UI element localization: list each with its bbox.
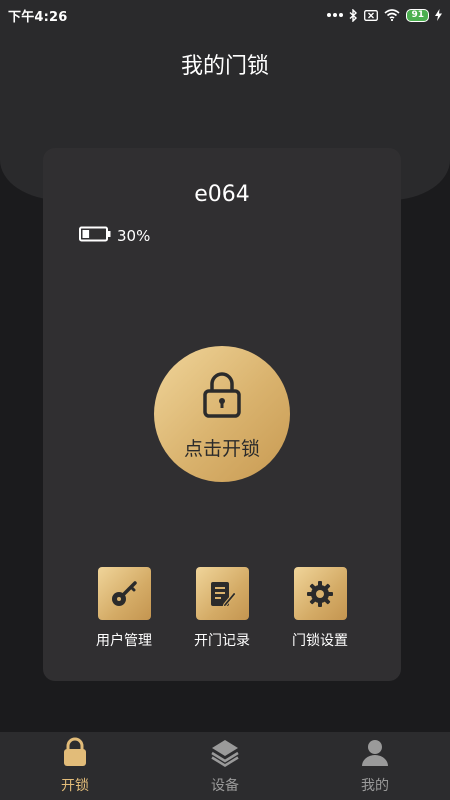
status-icons: 91 (327, 8, 442, 22)
device-battery: 30% (79, 226, 150, 246)
lock-settings-button[interactable]: 门锁设置 (271, 567, 369, 650)
status-bar: 下午4:26 91 (0, 0, 450, 30)
battery-icon (79, 226, 111, 246)
document-edit-icon (195, 567, 249, 620)
layers-icon (210, 737, 240, 771)
sim-off-icon (364, 9, 379, 21)
tab-devices[interactable]: 设备 (150, 732, 300, 800)
tab-label: 开锁 (61, 778, 89, 794)
status-time: 下午4:26 (8, 9, 68, 25)
action-label: 开门记录 (194, 633, 250, 649)
unlock-button[interactable]: 点击开锁 (154, 346, 290, 482)
action-row: 用户管理 开门记录 门锁设置 (43, 567, 401, 650)
gear-icon (293, 567, 347, 620)
padlock-icon (203, 371, 241, 422)
device-name: e064 (194, 182, 250, 207)
bluetooth-icon (349, 8, 358, 22)
user-icon (360, 737, 390, 771)
bottom-tab-bar: 开锁 设备 我的 (0, 732, 450, 800)
tab-profile[interactable]: 我的 (300, 732, 450, 800)
lock-card: e064 30% 点击开锁 用户管理 开门记录 门锁设置 (43, 148, 401, 681)
tab-unlock[interactable]: 开锁 (0, 732, 150, 800)
tab-label: 我的 (361, 778, 389, 794)
unlock-records-button[interactable]: 开门记录 (173, 567, 271, 650)
unlock-label: 点击开锁 (183, 437, 260, 460)
wifi-icon (384, 9, 400, 21)
tab-label: 设备 (211, 778, 239, 794)
action-label: 门锁设置 (292, 633, 348, 649)
more-dots-icon (327, 12, 344, 18)
action-label: 用户管理 (96, 633, 152, 649)
battery-indicator: 91 (406, 8, 429, 22)
page-title: 我的门锁 (180, 54, 269, 79)
lock-icon (62, 737, 88, 771)
charging-icon (435, 9, 442, 21)
battery-percent: 30% (117, 227, 151, 245)
user-management-button[interactable]: 用户管理 (75, 567, 173, 650)
key-icon (97, 567, 151, 620)
